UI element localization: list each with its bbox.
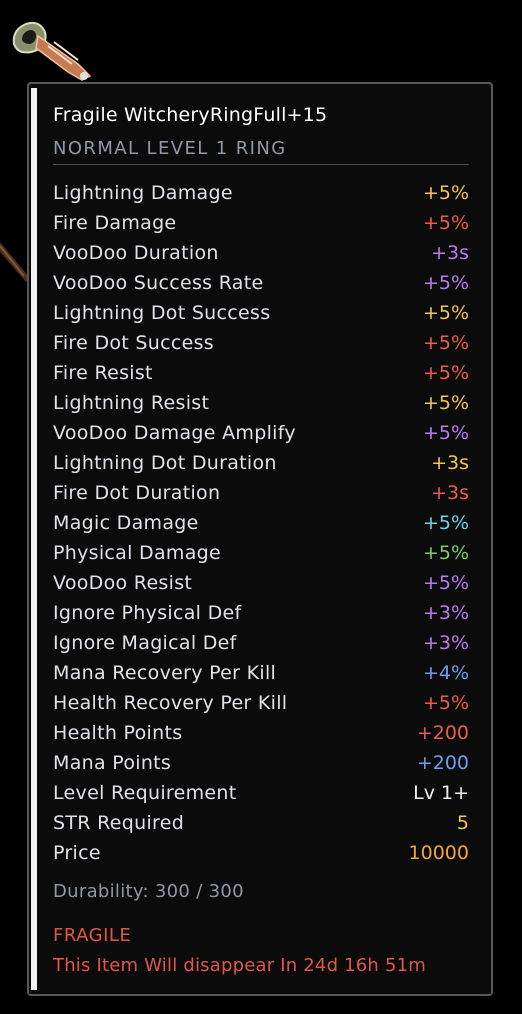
stat-label: Ignore Magical Def [53, 632, 237, 654]
durability-text: Durability: 300 / 300 [53, 881, 244, 902]
stat-value: +3s [431, 242, 469, 264]
stat-row: Mana Points +200 [53, 748, 469, 778]
stat-value: +3% [422, 632, 469, 654]
stat-row: VooDoo Resist +5% [53, 568, 469, 598]
stat-value: +5% [422, 392, 469, 414]
stat-value: +5% [422, 272, 469, 294]
stat-row: Fire Dot Duration +3s [53, 478, 469, 508]
expire-text: This Item Will disappear In 24d 16h 51m [53, 955, 427, 976]
stat-value: 10000 [408, 842, 469, 864]
item-subtitle: NORMAL LEVEL 1 RING [53, 138, 287, 159]
stat-label: Price [53, 842, 101, 864]
stat-value: +5% [422, 182, 469, 204]
item-title: Fragile WitcheryRingFull+15 [53, 104, 328, 126]
stat-label: VooDoo Damage Amplify [53, 422, 296, 444]
stat-row: Level Requirement Lv 1+ [53, 778, 469, 808]
stat-row: Price 10000 [53, 838, 469, 868]
stat-label: Mana Recovery Per Kill [53, 662, 277, 684]
stat-value: +5% [422, 512, 469, 534]
stat-value: +5% [422, 572, 469, 594]
stat-label: Fire Damage [53, 212, 177, 234]
stat-row: Ignore Magical Def +3% [53, 628, 469, 658]
stat-row: Lightning Damage +5% [53, 178, 469, 208]
stat-value: +5% [422, 332, 469, 354]
stat-label: Level Requirement [53, 782, 237, 804]
fragile-label: FRAGILE [53, 925, 132, 946]
stat-row: Health Recovery Per Kill +5% [53, 688, 469, 718]
stat-label: Magic Damage [53, 512, 199, 534]
stat-row: VooDoo Duration +3s [53, 238, 469, 268]
tooltip-accent-bar [31, 88, 37, 990]
stat-row: Mana Recovery Per Kill +4% [53, 658, 469, 688]
stat-row: VooDoo Damage Amplify +5% [53, 418, 469, 448]
stat-label: STR Required [53, 812, 185, 834]
stat-list: Lightning Damage +5% Fire Damage +5% VooDoo … [53, 178, 469, 868]
stat-label: Lightning Dot Success [53, 302, 271, 324]
stat-value: +5% [422, 542, 469, 564]
stat-value: +5% [422, 302, 469, 324]
stat-value: +5% [422, 422, 469, 444]
ring-cursor-icon [12, 21, 92, 81]
stat-row: VooDoo Success Rate +5% [53, 268, 469, 298]
stat-label: Ignore Physical Def [53, 602, 242, 624]
stat-value: +200 [416, 752, 469, 774]
stat-label: Fire Dot Duration [53, 482, 221, 504]
stat-value: +5% [422, 692, 469, 714]
stat-label: Lightning Damage [53, 182, 233, 204]
stat-row: Lightning Dot Duration +3s [53, 448, 469, 478]
stat-row: Physical Damage +5% [53, 538, 469, 568]
stat-row: Fire Resist +5% [53, 358, 469, 388]
stat-value: 5 [456, 812, 469, 834]
stat-value: +4% [422, 662, 469, 684]
stat-row: Fire Damage +5% [53, 208, 469, 238]
divider [53, 164, 469, 165]
stat-value: +5% [422, 212, 469, 234]
stat-label: Health Recovery Per Kill [53, 692, 288, 714]
stat-row: Lightning Dot Success +5% [53, 298, 469, 328]
stat-value: +3s [431, 452, 469, 474]
stat-row: Fire Dot Success +5% [53, 328, 469, 358]
stat-value: +200 [416, 722, 469, 744]
stat-label: VooDoo Success Rate [53, 272, 264, 294]
stat-row: Health Points +200 [53, 718, 469, 748]
stat-row: Magic Damage +5% [53, 508, 469, 538]
stat-label: Physical Damage [53, 542, 222, 564]
stat-label: Health Points [53, 722, 183, 744]
stat-row: Ignore Physical Def +3% [53, 598, 469, 628]
stat-value: Lv 1+ [413, 782, 469, 804]
stat-row: STR Required 5 [53, 808, 469, 838]
stat-label: Lightning Resist [53, 392, 210, 414]
stat-label: Mana Points [53, 752, 172, 774]
stat-label: VooDoo Duration [53, 242, 219, 264]
item-tooltip: Fragile WitcheryRingFull+15 NORMAL LEVEL… [27, 82, 493, 996]
stat-label: Fire Resist [53, 362, 153, 384]
stat-label: Lightning Dot Duration [53, 452, 277, 474]
stat-value: +3% [422, 602, 469, 624]
stat-value: +3s [431, 482, 469, 504]
stat-row: Lightning Resist +5% [53, 388, 469, 418]
stat-label: Fire Dot Success [53, 332, 214, 354]
stat-value: +5% [422, 362, 469, 384]
stat-label: VooDoo Resist [53, 572, 193, 594]
